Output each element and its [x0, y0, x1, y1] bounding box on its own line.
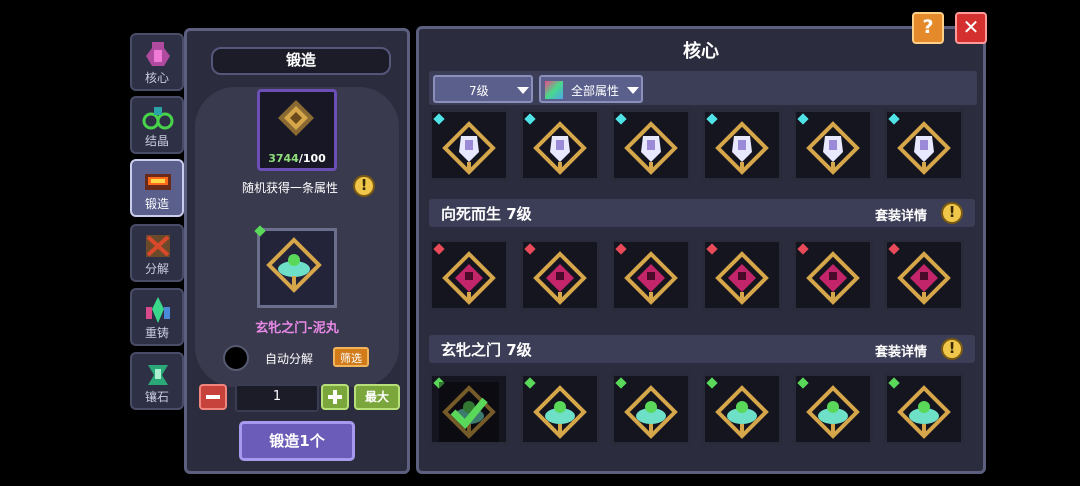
material-count: 3744: [268, 152, 299, 165]
auto-disassemble-toggle[interactable]: [223, 345, 249, 371]
attribute-value: 全部属性: [571, 84, 620, 98]
gem-icon: [254, 225, 266, 237]
forge-title: 锻造: [211, 47, 391, 75]
core-slot[interactable]: [429, 373, 509, 445]
tab-inlay[interactable]: 镶石: [130, 352, 184, 410]
random-attr-info-icon[interactable]: [353, 175, 375, 197]
material-required: /100: [298, 152, 326, 165]
core-slot[interactable]: [611, 109, 691, 181]
level-dropdown[interactable]: 7级: [433, 75, 533, 103]
help-button[interactable]: ?: [912, 12, 944, 44]
core-list[interactable]: 向死而生 7级 套装详情 玄牝之门 7级 套装详情: [429, 107, 977, 467]
core-xiangsi-icon: [806, 251, 860, 305]
tab-label: 结晶: [144, 134, 169, 148]
panel-title: 核心: [683, 41, 719, 62]
chevron-down-icon: [627, 87, 639, 94]
set-details-info-icon[interactable]: [941, 202, 963, 224]
tab-label: 核心: [144, 71, 169, 85]
core-xiangsi-icon: [533, 251, 587, 305]
core-slot[interactable]: [520, 109, 600, 181]
core-slot[interactable]: [884, 109, 964, 181]
core-slot[interactable]: [520, 239, 600, 311]
increase-button[interactable]: [321, 384, 349, 410]
core-slot[interactable]: [611, 239, 691, 311]
core-slot[interactable]: [702, 239, 782, 311]
tab-recast[interactable]: 重铸: [130, 288, 184, 346]
cores-panel: 核心 7级 全部属性 向死而生 7级 套装详情 玄牝之门 7级 套装详情: [416, 26, 986, 474]
all-attributes-icon: [545, 81, 563, 99]
filter-bar: 7级 全部属性: [429, 71, 977, 105]
tab-label: 锻造: [144, 197, 169, 211]
core-slot[interactable]: [884, 373, 964, 445]
set-details-info-icon[interactable]: [941, 338, 963, 360]
set-details-link[interactable]: 套装详情: [875, 205, 927, 224]
attribute-dropdown[interactable]: 全部属性: [539, 75, 643, 103]
set-name: 向死而生 7级: [441, 205, 532, 223]
tab-core[interactable]: 核心: [130, 33, 184, 91]
tab-disassemble[interactable]: 分解: [130, 224, 184, 282]
core-slot[interactable]: [702, 109, 782, 181]
core-slot[interactable]: [520, 373, 600, 445]
core-slot[interactable]: [793, 373, 873, 445]
core-xuanpin-icon: [266, 237, 322, 293]
set-name: 玄牝之门 7级: [441, 341, 532, 359]
core-xuanpin-icon: [897, 385, 951, 439]
core-slot[interactable]: [429, 239, 509, 311]
core-xuanpin-icon: [533, 385, 587, 439]
core-slot[interactable]: [884, 239, 964, 311]
auto-disassemble-label: 自动分解: [265, 352, 314, 366]
core-xiangsi-icon: [897, 251, 951, 305]
level-value: 7级: [469, 84, 489, 98]
tab-forge[interactable]: 锻造: [130, 159, 184, 217]
minus-icon: [206, 395, 220, 399]
core-xuanpin-icon: [624, 385, 678, 439]
core-xiangsi-icon: [715, 251, 769, 305]
decrease-button[interactable]: [199, 384, 227, 410]
close-button[interactable]: ✕: [955, 12, 987, 44]
chevron-down-icon: [517, 87, 529, 94]
set-details-link[interactable]: 套装详情: [875, 341, 927, 360]
set-header: 玄牝之门 7级 套装详情: [429, 335, 975, 363]
core-slot[interactable]: [793, 109, 873, 181]
forge-core-slot[interactable]: [254, 225, 337, 308]
core-slot[interactable]: [611, 373, 691, 445]
core-white-icon: [533, 121, 587, 175]
core-white-icon: [806, 121, 860, 175]
forge-panel: 锻造 3744/100 随机获得一条属性 玄牝之门-泥丸 自动分解 筛选 1: [184, 28, 410, 474]
core-slot[interactable]: [429, 109, 509, 181]
core-xiangsi-icon: [442, 251, 496, 305]
selected-check-icon: [439, 382, 499, 442]
core-white-icon: [442, 121, 496, 175]
max-button[interactable]: 最大: [354, 384, 400, 410]
material-icon: [278, 100, 314, 136]
filter-button[interactable]: 筛选: [333, 347, 369, 367]
forge-icon: [145, 174, 171, 190]
plus-icon: [328, 390, 342, 404]
core-xuanpin-icon: [806, 385, 860, 439]
crystal-icon: [142, 107, 174, 130]
disassemble-icon: [146, 235, 170, 257]
set-header: 向死而生 7级 套装详情: [429, 199, 975, 227]
recast-icon: [146, 297, 170, 323]
core-slot[interactable]: [702, 373, 782, 445]
tab-label: 重铸: [144, 326, 169, 340]
inlay-icon: [148, 365, 168, 385]
core-icon: [146, 42, 170, 66]
random-attr-text: 随机获得一条属性: [242, 181, 339, 195]
core-name: 玄牝之门-泥丸: [255, 321, 339, 336]
core-xiangsi-icon: [624, 251, 678, 305]
core-white-icon: [624, 121, 678, 175]
material-slot[interactable]: 3744/100: [257, 89, 337, 171]
tab-label: 分解: [144, 262, 169, 276]
core-white-icon: [715, 121, 769, 175]
tab-label: 镶石: [144, 390, 169, 404]
forge-button[interactable]: 锻造1个: [239, 421, 355, 461]
core-slot[interactable]: [793, 239, 873, 311]
core-xuanpin-icon: [715, 385, 769, 439]
tab-crystal[interactable]: 结晶: [130, 96, 184, 154]
core-white-icon: [897, 121, 951, 175]
quantity-field[interactable]: 1: [235, 384, 319, 412]
